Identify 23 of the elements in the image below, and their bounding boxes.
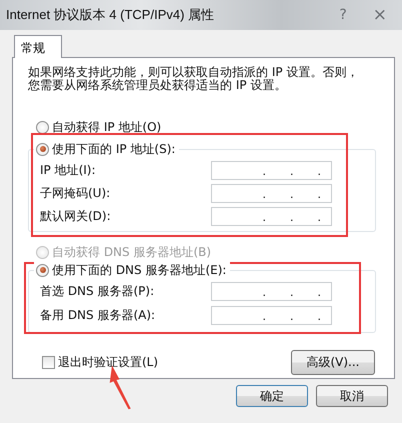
dialog-button[interactable]: 取消 <box>316 385 388 407</box>
radio-label: 使用下面的 IP 地址(S): <box>52 140 176 158</box>
ip-address-field[interactable]: . . . <box>211 161 332 180</box>
description-text: 如果网络支持此功能，则可以获取自动指派的 IP 设置。否则， <box>28 66 360 79</box>
description-text: 您需要从网络系统管理员处获得适当的 IP 设置。 <box>28 79 288 92</box>
field-label: 默认网关(D): <box>40 208 112 225</box>
dialog-button[interactable]: 确定 <box>236 385 308 407</box>
field-label: 备用 DNS 服务器(A): <box>40 307 156 324</box>
window-title: Internet 协议版本 4 (TCP/IPv4) 属性 <box>6 6 214 24</box>
field-label: 子网掩码(U): <box>40 185 112 202</box>
ip-address-field[interactable]: . . . <box>211 184 332 203</box>
field-label: 首选 DNS 服务器(P): <box>40 283 156 300</box>
radio-option[interactable]: 使用下面的 IP 地址(S): <box>34 141 180 157</box>
advanced-button[interactable]: 高级(V)... <box>291 350 375 375</box>
ip-address-field[interactable]: . . . <box>211 282 332 301</box>
radio-option[interactable]: 使用下面的 DNS 服务器地址(E): <box>34 262 230 278</box>
ip-address-field[interactable]: . . . <box>211 306 332 325</box>
field-label: IP 地址(I): <box>40 162 97 179</box>
radio-option[interactable]: 自动获得 IP 地址(O) <box>36 119 162 135</box>
ip-address-field[interactable]: . . . <box>211 207 332 226</box>
tab[interactable]: 常规 <box>14 35 62 58</box>
radio-label: 自动获得 IP 地址(O) <box>52 118 162 136</box>
radio-label: 使用下面的 DNS 服务器地址(E): <box>52 262 226 278</box>
